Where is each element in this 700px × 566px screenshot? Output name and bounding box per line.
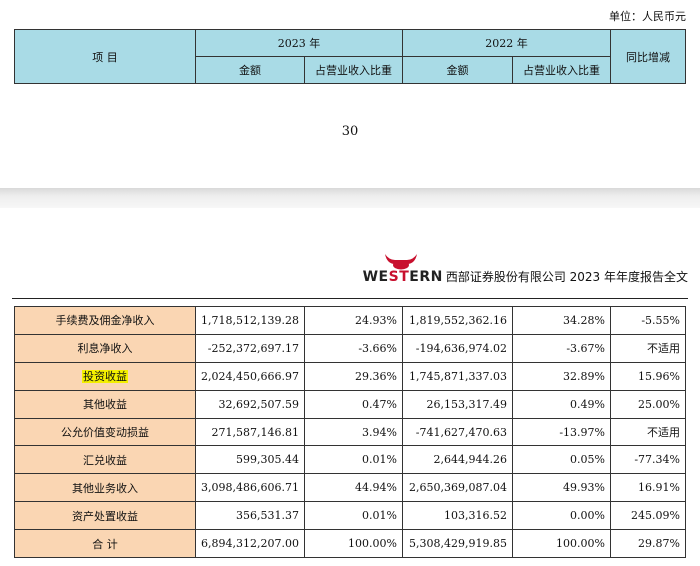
header-share-2023: 占营业收入比重 <box>304 56 403 84</box>
row-label: 投资收益 <box>14 361 196 391</box>
cell-amount-2023: 1,718,512,139.28 <box>195 306 305 335</box>
page-top: 单位：人民币元 项 目 2023 年 2022 年 同比增减 金额 占营业收入比… <box>0 0 700 188</box>
cell-amount-2022: 5,308,429,919.85 <box>402 529 513 559</box>
row-label: 汇兑收益 <box>14 445 196 475</box>
page-separator <box>0 188 700 208</box>
cell-amount-2023: 271,587,146.81 <box>195 417 305 447</box>
cell-amount-2023: 599,305.44 <box>195 445 305 475</box>
row-label-text: 资产处置收益 <box>72 509 138 523</box>
row-label-text: 利息净收入 <box>77 342 133 356</box>
row-label-text: 投资收益 <box>82 370 128 384</box>
row-label: 利息净收入 <box>14 333 196 363</box>
cell-share-2023: 100.00% <box>304 529 403 559</box>
cell-share-2023: 3.94% <box>304 417 403 447</box>
report-header: WESTERN 西部证券股份有限公司 2023 年年度报告全文 <box>363 254 688 284</box>
header-rule <box>12 298 688 299</box>
cell-amount-2022: 103,316.52 <box>402 501 513 531</box>
cell-share-2022: 34.28% <box>512 306 611 335</box>
cell-amount-2023: 6,894,312,207.00 <box>195 529 305 559</box>
cell-yoy: -77.34% <box>610 445 686 475</box>
cell-yoy: 16.91% <box>610 473 686 503</box>
table-row: 合 计 6,894,312,207.00 100.00% 5,308,429,919.… <box>14 529 686 559</box>
cell-yoy: 25.00% <box>610 389 686 419</box>
row-label: 其他业务收入 <box>14 473 196 503</box>
cell-yoy: 不适用 <box>610 333 686 363</box>
cell-amount-2022: 2,650,369,087.04 <box>402 473 513 503</box>
table-row: 其他收益 32,692,507.59 0.47% 26,153,317.49 0.49%… <box>14 389 686 419</box>
row-label: 资产处置收益 <box>14 501 196 531</box>
cell-yoy: 不适用 <box>610 417 686 447</box>
cell-amount-2022: -741,627,470.63 <box>402 417 513 447</box>
table-row: 投资收益 2,024,450,666.97 29.36% 1,745,871,337.… <box>14 361 686 391</box>
header-amount-2023: 金额 <box>195 56 305 84</box>
cell-share-2022: 100.00% <box>512 529 611 559</box>
revenue-table: 手续费及佣金净收入 1,718,512,139.28 24.93% 1,819,552… <box>14 306 686 559</box>
cell-share-2023: 29.36% <box>304 361 403 391</box>
page-bottom: WESTERN 西部证券股份有限公司 2023 年年度报告全文 手续费及佣金净收… <box>0 208 700 566</box>
row-label: 手续费及佣金净收入 <box>14 306 196 335</box>
cell-share-2022: 0.49% <box>512 389 611 419</box>
cell-amount-2022: 2,644,944.26 <box>402 445 513 475</box>
cell-yoy: -5.55% <box>610 306 686 335</box>
header-year-2022: 2022 年 <box>402 29 611 57</box>
cell-amount-2022: 1,745,871,337.03 <box>402 361 513 391</box>
table-row: 手续费及佣金净收入 1,718,512,139.28 24.93% 1,819,552… <box>14 306 686 335</box>
header-item: 项 目 <box>14 29 196 84</box>
cell-share-2023: 0.47% <box>304 389 403 419</box>
bull-horns-icon <box>384 254 417 270</box>
cell-amount-2023: -252,372,697.17 <box>195 333 305 363</box>
table-row: 资产处置收益 356,531.37 0.01% 103,316.52 0.00% 245.… <box>14 501 686 531</box>
cell-amount-2023: 356,531.37 <box>195 501 305 531</box>
row-label-text: 公允价值变动损益 <box>61 426 149 439</box>
row-label: 公允价值变动损益 <box>14 417 196 447</box>
cell-share-2023: -3.66% <box>304 333 403 363</box>
cell-yoy: 29.87% <box>610 529 686 559</box>
cell-amount-2023: 32,692,507.59 <box>195 389 305 419</box>
row-label: 合 计 <box>14 529 196 559</box>
cell-share-2022: 32.89% <box>512 361 611 391</box>
table-row: 汇兑收益 599,305.44 0.01% 2,644,944.26 0.05% -77.… <box>14 445 686 475</box>
cell-share-2023: 44.94% <box>304 473 403 503</box>
header-yoy: 同比增减 <box>610 29 686 84</box>
cell-share-2023: 24.93% <box>304 306 403 335</box>
row-label: 其他收益 <box>14 389 196 419</box>
table-row: 公允价值变动损益 271,587,146.81 3.94% -741,627,470.… <box>14 417 686 447</box>
revenue-table-header: 项 目 2023 年 2022 年 同比增减 金额 占营业收入比重 金额 占营业… <box>14 29 686 84</box>
cell-amount-2022: 26,153,317.49 <box>402 389 513 419</box>
cell-amount-2022: 1,819,552,362.16 <box>402 306 513 335</box>
cell-share-2023: 0.01% <box>304 501 403 531</box>
western-securities-logo: WESTERN <box>363 254 443 284</box>
header-share-2022: 占营业收入比重 <box>512 56 611 84</box>
page-number: 30 <box>341 124 359 139</box>
cell-share-2022: 0.05% <box>512 445 611 475</box>
unit-note: 单位：人民币元 <box>609 10 686 23</box>
cell-yoy: 15.96% <box>610 361 686 391</box>
table-row: 其他业务收入 3,098,486,606.71 44.94% 2,650,369,08… <box>14 473 686 503</box>
cell-share-2022: -3.67% <box>512 333 611 363</box>
row-label-text: 其他收益 <box>83 398 127 412</box>
header-amount-2022: 金额 <box>402 56 513 84</box>
cell-amount-2023: 2,024,450,666.97 <box>195 361 305 391</box>
cell-share-2022: 0.00% <box>512 501 611 531</box>
cell-amount-2022: -194,636,974.02 <box>402 333 513 363</box>
header-year-2023: 2023 年 <box>195 29 403 57</box>
cell-share-2023: 0.01% <box>304 445 403 475</box>
row-label-text: 其他业务收入 <box>72 481 138 495</box>
cell-amount-2023: 3,098,486,606.71 <box>195 473 305 503</box>
row-label-text: 合 计 <box>92 537 118 551</box>
document-title: 西部证券股份有限公司 2023 年年度报告全文 <box>445 270 688 284</box>
cell-share-2022: 49.93% <box>512 473 611 503</box>
row-label-text: 手续费及佣金净收入 <box>55 314 155 328</box>
cell-share-2022: -13.97% <box>512 417 611 447</box>
row-label-text: 汇兑收益 <box>83 453 127 467</box>
table-row: 利息净收入 -252,372,697.17 -3.66% -194,636,974.0… <box>14 333 686 363</box>
cell-yoy: 245.09% <box>610 501 686 531</box>
